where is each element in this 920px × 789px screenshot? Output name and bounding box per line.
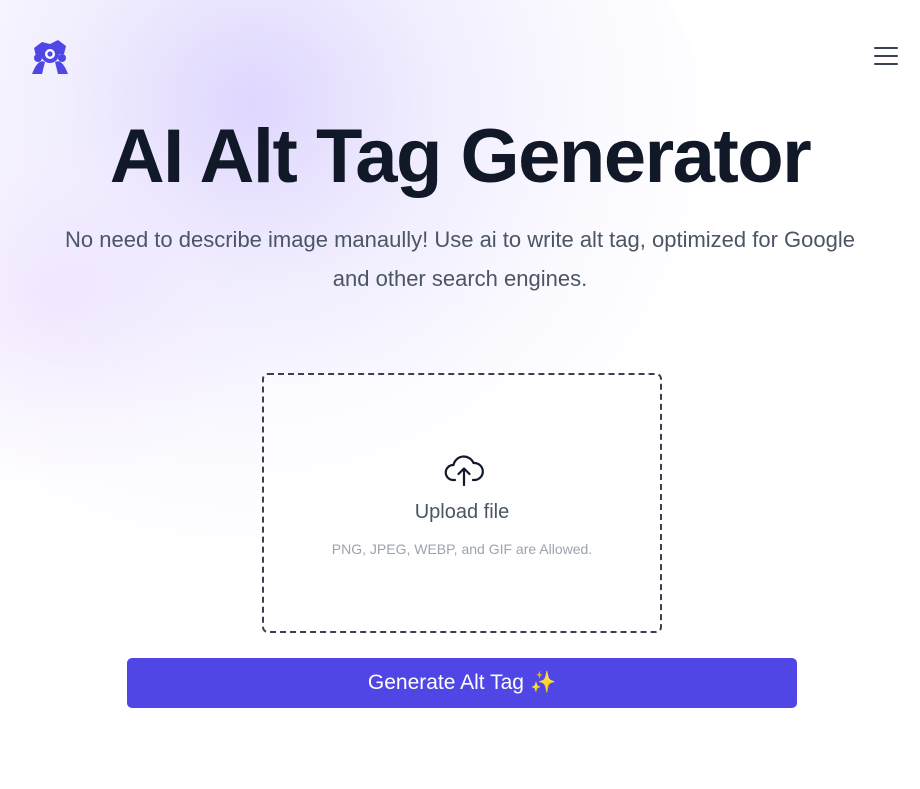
generate-button-label: Generate Alt Tag: [367, 671, 524, 694]
upload-label: Upload file: [414, 501, 510, 523]
page-subtitle: No need to describe image manaully! Use …: [65, 227, 855, 291]
generate-alt-tag-button[interactable]: Generate Alt Tag ✨: [127, 658, 797, 708]
page: AI Alt Tag Generator No need to describe…: [0, 0, 920, 789]
page-title: AI Alt Tag Generator: [109, 114, 812, 199]
cloud-upload-icon: [444, 453, 484, 489]
hamburger-menu-icon[interactable]: [872, 44, 900, 68]
menu-line: [874, 63, 898, 65]
menu-line: [874, 47, 898, 49]
sparkle-icon: ✨: [529, 671, 557, 694]
upload-dropzone[interactable]: Upload file PNG, JPEG, WEBP, and GIF are…: [262, 373, 662, 633]
menu-line: [874, 55, 898, 57]
logo-icon[interactable]: [28, 34, 72, 78]
upload-hint: PNG, JPEG, WEBP, and GIF are Allowed.: [331, 541, 593, 557]
